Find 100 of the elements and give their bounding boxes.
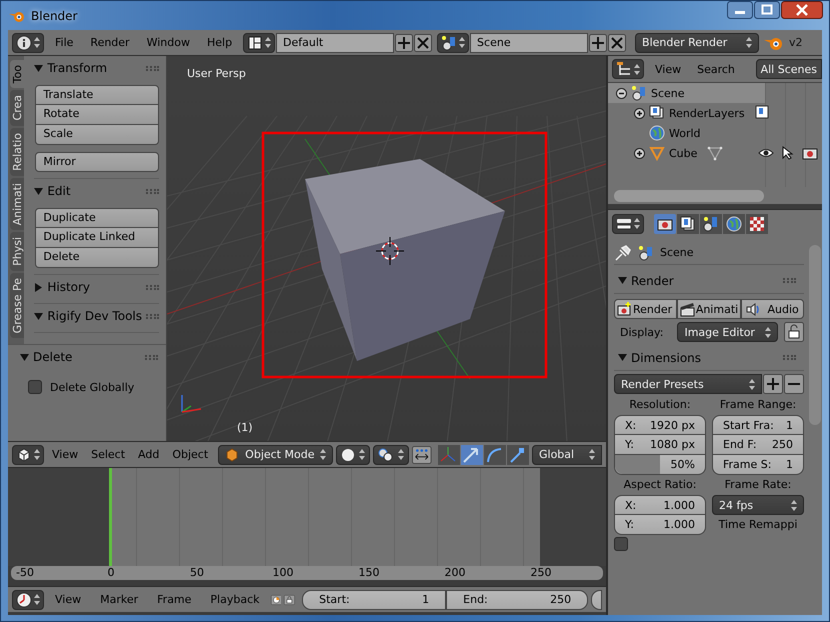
menu-item[interactable]: Playback bbox=[202, 593, 268, 606]
add-icon[interactable] bbox=[395, 34, 414, 52]
camera-icon[interactable] bbox=[802, 146, 818, 160]
render-engine-dropdown[interactable]: Blender Render bbox=[635, 32, 760, 52]
frame-rate-dropdown[interactable]: 24 fps bbox=[712, 495, 804, 515]
menu-item[interactable]: Add bbox=[133, 448, 164, 461]
tool-button[interactable]: Mirror bbox=[35, 152, 159, 172]
frame-range-field[interactable]: Start Fra: 1 bbox=[712, 415, 804, 435]
minimize-icon[interactable] bbox=[727, 1, 753, 19]
collapse-icon[interactable] bbox=[616, 88, 627, 98]
end-frame-field[interactable]: End: 250 bbox=[446, 590, 588, 610]
menu-item[interactable]: View bbox=[650, 62, 686, 76]
orientation-dropdown[interactable]: Global bbox=[532, 444, 602, 464]
close-icon[interactable] bbox=[414, 34, 432, 52]
tool-shelf-tab[interactable]: Physi bbox=[10, 232, 24, 271]
checkbox[interactable] bbox=[28, 380, 42, 394]
lock-icon[interactable] bbox=[784, 322, 804, 342]
layout-field[interactable]: Default bbox=[276, 32, 394, 52]
scene-field[interactable]: Scene bbox=[470, 32, 588, 52]
pin-icon[interactable] bbox=[614, 244, 632, 262]
cube-selector[interactable] bbox=[12, 444, 44, 464]
menu-item[interactable]: Object bbox=[167, 448, 214, 461]
panel-title[interactable]: Dimensions bbox=[631, 350, 779, 364]
tool-button[interactable]: Translate bbox=[35, 85, 159, 105]
frame-range-field[interactable]: End F: 250 bbox=[712, 435, 804, 455]
maximize-icon[interactable] bbox=[754, 1, 780, 19]
snap-arrows-icon[interactable] bbox=[412, 444, 432, 464]
triangle-icon[interactable] bbox=[34, 186, 44, 196]
scrollbar[interactable] bbox=[809, 245, 821, 425]
number-field[interactable] bbox=[591, 590, 602, 610]
menu-item[interactable]: View bbox=[47, 593, 90, 606]
remove-icon[interactable] bbox=[784, 374, 804, 394]
tool-button[interactable]: Duplicate Linked bbox=[35, 228, 159, 248]
menu-item[interactable]: Render bbox=[84, 36, 136, 49]
mode-dropdown[interactable]: Object Mode bbox=[218, 444, 334, 464]
tool-shelf-tab[interactable]: Relatio bbox=[10, 128, 24, 176]
render-button[interactable]: Render bbox=[614, 299, 677, 319]
tool-shelf-tab[interactable]: Crea bbox=[10, 90, 24, 126]
aspect-field[interactable]: Y: 1.000 bbox=[614, 515, 706, 535]
layout-selector[interactable] bbox=[243, 32, 276, 52]
camera-icon[interactable] bbox=[654, 214, 676, 234]
menu-item[interactable]: View bbox=[47, 448, 84, 461]
render-button[interactable]: Audio bbox=[741, 299, 804, 319]
close-icon[interactable] bbox=[608, 34, 626, 52]
presets-dropdown[interactable]: Render Presets bbox=[614, 374, 762, 394]
checker-icon[interactable] bbox=[746, 214, 768, 234]
outliner-row[interactable]: RenderLayers bbox=[608, 103, 822, 123]
expand-icon[interactable] bbox=[634, 108, 645, 118]
tool-button[interactable]: Rotate bbox=[35, 105, 159, 125]
expand-icon[interactable] bbox=[634, 148, 645, 158]
menu-item[interactable]: Search bbox=[692, 62, 740, 76]
triangle-icon[interactable] bbox=[34, 64, 44, 72]
menu-item[interactable]: Window bbox=[140, 36, 196, 49]
triangle-icon[interactable] bbox=[34, 312, 44, 320]
pivot-dropdown[interactable] bbox=[373, 444, 410, 464]
menu-item[interactable]: Marker bbox=[92, 593, 146, 606]
display-dropdown[interactable]: Image Editor bbox=[677, 322, 778, 342]
start-frame-field[interactable]: Start: 1 bbox=[302, 590, 446, 610]
tool-button[interactable]: Duplicate bbox=[35, 208, 159, 228]
tool-button[interactable]: Delete bbox=[35, 248, 159, 268]
panel-title[interactable]: History bbox=[47, 280, 142, 294]
triangle-icon[interactable] bbox=[20, 352, 29, 362]
outliner-list-selector[interactable] bbox=[612, 59, 644, 79]
panel-title[interactable]: Edit bbox=[47, 184, 142, 198]
tool-shelf-tab[interactable]: Grease Pe bbox=[10, 272, 24, 338]
panel-title[interactable]: Rigify Dev Tools bbox=[47, 309, 142, 323]
outliner-row[interactable]: Cube bbox=[608, 143, 822, 163]
add-icon[interactable] bbox=[763, 374, 783, 394]
frame-range-field[interactable]: Frame S: 1 bbox=[712, 455, 804, 475]
outliner-row[interactable]: World bbox=[608, 123, 822, 143]
arc-icon[interactable] bbox=[484, 444, 506, 464]
menu-item[interactable]: Frame bbox=[149, 593, 200, 606]
render-button[interactable]: Animati bbox=[676, 299, 742, 319]
resolution-field[interactable]: X: 1920 px bbox=[614, 415, 706, 435]
info-selector[interactable] bbox=[12, 32, 44, 52]
tool-shelf-tab[interactable]: Too bbox=[10, 60, 24, 88]
display-mode-dropdown[interactable]: All Scenes bbox=[756, 59, 822, 79]
image-stack-icon[interactable] bbox=[677, 214, 699, 234]
tool-button[interactable]: Scale bbox=[35, 125, 159, 145]
menu-item[interactable]: File bbox=[49, 36, 80, 49]
checkbox[interactable] bbox=[614, 537, 628, 551]
triangle-icon[interactable] bbox=[618, 276, 627, 285]
percentage-slider[interactable]: 50% bbox=[614, 455, 706, 475]
triangle-icon[interactable] bbox=[618, 353, 627, 362]
scrollbar[interactable] bbox=[614, 190, 764, 202]
globe-icon[interactable] bbox=[723, 214, 745, 234]
panel-title[interactable]: Delete bbox=[33, 350, 141, 364]
outliner-row[interactable]: Scene bbox=[608, 83, 765, 103]
add-icon[interactable] bbox=[589, 34, 608, 52]
resolution-field[interactable]: Y: 1080 px bbox=[614, 435, 706, 455]
scale-handle-icon[interactable] bbox=[507, 444, 529, 464]
triangle-icon[interactable] bbox=[34, 282, 44, 292]
menu-item[interactable]: Help bbox=[200, 36, 238, 49]
tool-shelf-tab[interactable]: Animati bbox=[10, 178, 24, 230]
shading-dropdown[interactable] bbox=[336, 444, 370, 464]
clock-selector[interactable] bbox=[12, 590, 44, 610]
aspect-field[interactable]: X: 1.000 bbox=[614, 495, 706, 515]
eye-icon[interactable] bbox=[758, 147, 774, 159]
panel-title[interactable]: Render bbox=[631, 274, 779, 288]
scene-objects-icon[interactable] bbox=[700, 214, 722, 234]
